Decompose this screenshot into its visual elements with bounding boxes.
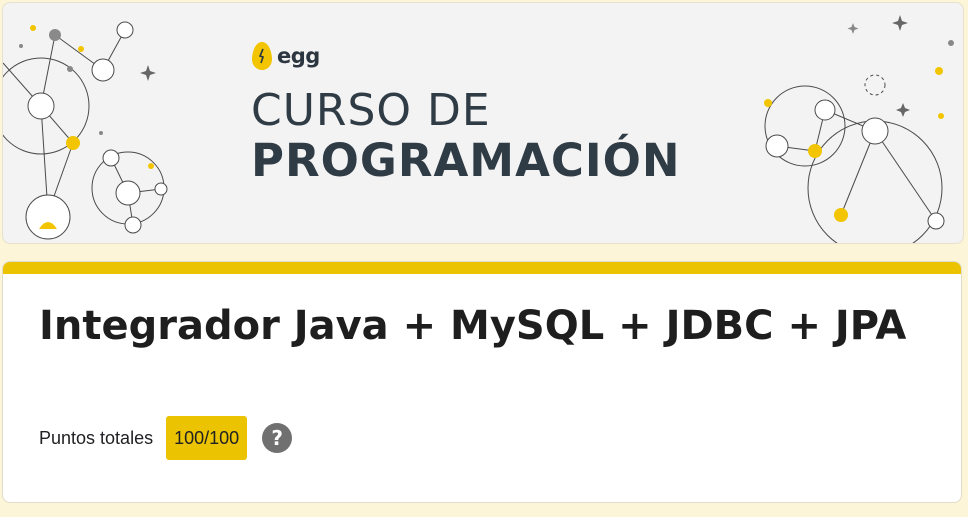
banner-title-line2: PROGRAMACIÓN [251,134,681,187]
banner-title-line1: CURSO DE [251,85,491,136]
brand-logo: egg [251,41,320,71]
network-illustration-right [764,15,954,243]
card-accent-bar [3,262,961,274]
form-title: Integrador Java + MySQL + JDBC + JPA [39,303,907,349]
egg-logo-icon [252,42,272,70]
points-row: Puntos totales 100/100 ? [39,416,293,460]
form-header-card: Integrador Java + MySQL + JDBC + JPA Pun… [2,261,962,503]
network-illustration-left [3,21,168,240]
points-badge: 100/100 [166,416,248,460]
header-banner: egg CURSO DE PROGRAMACIÓN [2,2,964,244]
points-label: Puntos totales [39,427,154,448]
brand-name: egg [277,44,320,68]
question-mark-icon[interactable]: ? [262,423,293,453]
